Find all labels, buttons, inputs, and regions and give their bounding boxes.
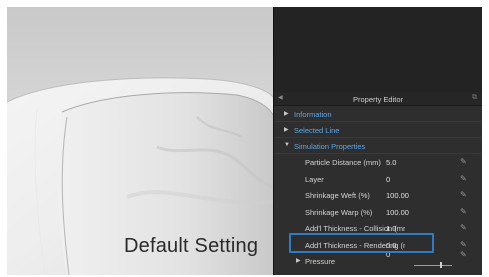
property-value[interactable]: 5.0	[386, 158, 396, 167]
pin-icon[interactable]: ✎	[460, 240, 467, 249]
pin-icon[interactable]: ✎	[460, 250, 467, 259]
property-row-layer: Layer 0 ✎	[274, 171, 482, 188]
expand-triangle-icon: ▶	[284, 127, 289, 133]
pin-icon[interactable]: ✎	[460, 157, 467, 166]
property-value[interactable]: 1.0	[386, 224, 396, 233]
property-row-shrinkage-weft: Shrinkage Weft (%) 100.00 ✎	[274, 187, 482, 204]
property-name: Pressure	[305, 257, 336, 266]
3d-viewport[interactable]: Default Setting	[7, 7, 273, 275]
pin-icon[interactable]: ✎	[460, 223, 467, 232]
pressure-slider-thumb[interactable]	[440, 262, 442, 268]
section-information[interactable]: ▶ Information	[274, 106, 482, 122]
property-value[interactable]: 0	[386, 175, 390, 184]
panel-title: Property Editor	[352, 95, 404, 104]
section-label: Simulation Properties	[294, 142, 366, 151]
expand-triangle-icon: ▶	[284, 111, 289, 117]
property-row-shrinkage-warp: Shrinkage Warp (%) 100.00 ✎	[274, 204, 482, 221]
highlight-box	[289, 233, 434, 253]
section-selected-line[interactable]: ▶ Selected Line	[274, 122, 482, 138]
property-row-pressure[interactable]: ▶ Pressure 0 ✎	[274, 250, 482, 269]
section-label: Selected Line	[294, 126, 340, 135]
dark-panel-area	[273, 7, 482, 92]
section-simulation-properties[interactable]: ▼ Simulation Properties	[274, 138, 482, 154]
collapse-triangle-icon: ▼	[284, 142, 290, 148]
pin-icon[interactable]: ✎	[460, 190, 467, 199]
pressure-slider-track[interactable]	[414, 265, 452, 266]
property-editor-header: ◀ Property Editor ⧉	[274, 92, 482, 106]
expand-triangle-icon: ▶	[296, 258, 301, 264]
pin-icon[interactable]: ✎	[460, 207, 467, 216]
section-label: Information	[294, 110, 332, 119]
property-row-particle-distance: Particle Distance (mm) 5.0 ✎	[274, 154, 482, 171]
default-setting-caption: Default Setting	[124, 235, 259, 257]
property-value[interactable]: 100.00	[386, 191, 409, 200]
undock-icon[interactable]: ⧉	[472, 94, 477, 102]
pin-icon[interactable]: ✎	[460, 174, 467, 183]
property-value[interactable]: 100.00	[386, 208, 409, 217]
